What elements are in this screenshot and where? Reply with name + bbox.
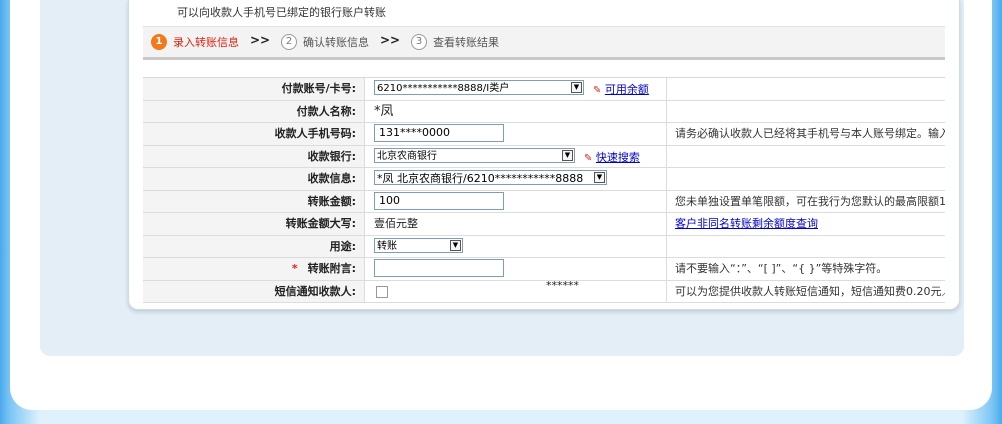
sms-cell: ****** [364, 279, 667, 302]
note-hint: 请不要输入“：”、“[ ]”、“{ }”等特殊字符。 [666, 258, 945, 280]
chevron-down-icon[interactable]: ▼ [450, 239, 461, 251]
row-amount: 转账金额: 100 您未单独设置单笔限额，可在我行为您默认的最高限额10000 [143, 190, 945, 213]
payee-info-select[interactable]: *凤 北京农商银行/6210***********8888 ▼ [374, 170, 607, 185]
payee-phone-input[interactable]: 131****0000 [374, 124, 504, 142]
row-payer-name: 付款人名称: *凤 [143, 100, 945, 123]
row-sms: 短信通知收款人: ****** 可以为您提供收款人转账短信通知，短信通知费0.2… [143, 279, 945, 303]
amount-input[interactable]: 100 [374, 191, 504, 210]
available-balance-link[interactable]: 可用余额 [605, 83, 649, 96]
payee-phone-hint: 请务必确认收款人已经将其手机号与本人账号绑定。输入“1 [666, 123, 945, 145]
payee-info-value: *凤 北京农商银行/6210***********8888 [377, 172, 584, 185]
pencil-icon: ✎ [584, 152, 593, 164]
payer-name-label: 付款人名称: [143, 100, 364, 122]
sms-masked-text: ****** [546, 278, 579, 292]
payer-account-label: 付款账号/卡号: [143, 78, 364, 100]
amount-label: 转账金额: [143, 190, 364, 212]
row-amount-upper: 转账金额大写: 壹佰元整 客户非同名转账剩余额度查询 [143, 213, 945, 236]
step-arrow-1: >> [250, 33, 271, 47]
amount-upper-cell: 壹佰元整 [364, 213, 667, 235]
row-payee-phone: 收款人手机号码: 131****0000 请务必确认收款人已经将其手机号与本人账… [143, 123, 945, 146]
note-input[interactable] [374, 259, 504, 277]
step-2: 2 确认转账信息 [281, 34, 369, 50]
sms-checkbox[interactable] [376, 285, 388, 298]
step-1: 1 录入转账信息 [151, 34, 239, 50]
row-payee-info: 收款信息: *凤 北京农商银行/6210***********8888 ▼ [143, 168, 945, 191]
sms-label: 短信通知收款人: [143, 280, 364, 302]
step-1-label: 录入转账信息 [173, 36, 239, 49]
payee-phone-label: 收款人手机号码: [143, 123, 364, 145]
chevron-down-icon[interactable]: ▼ [594, 172, 605, 183]
payer-name-hint-cell [666, 100, 945, 122]
step-3-label: 查看转账结果 [433, 36, 499, 49]
quick-search-wrap[interactable]: ✎ 快速搜索 [584, 149, 640, 165]
payer-name-cell: *凤 [364, 100, 667, 122]
transfer-card: 可以向收款人手机号已绑定的银行账户转账 1 录入转账信息 >> 2 确认转账信息… [128, 0, 960, 310]
chevron-down-icon[interactable]: ▼ [562, 149, 573, 161]
content-panel: 可以向收款人手机号已绑定的银行账户转账 1 录入转账信息 >> 2 确认转账信息… [40, 0, 964, 356]
transfer-form: 付款账号/卡号: 6210***********8888/I类户 ▼ ✎ 可用余… [143, 77, 945, 303]
payer-account-cell: 6210***********8888/I类户 ▼ ✎ 可用余额 [364, 78, 667, 100]
remaining-quota-link[interactable]: 客户非同名转账剩余额度查询 [675, 217, 818, 230]
purpose-value: 转账 [377, 240, 397, 252]
step-2-label: 确认转账信息 [303, 36, 369, 49]
payee-info-cell: *凤 北京农商银行/6210***********8888 ▼ [364, 168, 667, 190]
notice-text: 可以向收款人手机号已绑定的银行账户转账 [177, 6, 386, 19]
quick-search-link[interactable]: 快速搜索 [596, 151, 640, 164]
required-mark: * [291, 262, 298, 275]
payee-bank-label: 收款银行: [143, 145, 364, 167]
step-bar: 1 录入转账信息 >> 2 确认转账信息 >> 3 查看转账结果 [143, 26, 945, 60]
amount-cell: 100 [364, 190, 667, 212]
pencil-icon: ✎ [593, 85, 602, 96]
step-3-number: 3 [411, 34, 427, 50]
row-note: * 转账附言: 请不要输入“：”、“[ ]”、“{ }”等特殊字符。 [143, 258, 945, 281]
step-arrow-2: >> [380, 33, 401, 47]
payee-bank-select[interactable]: 北京农商银行 ▼ [374, 147, 575, 163]
purpose-hint-cell [666, 235, 945, 257]
payee-bank-hint-cell [666, 145, 945, 167]
amount-upper-label: 转账金额大写: [143, 213, 364, 235]
amount-upper-hint-cell: 客户非同名转账剩余额度查询 [666, 213, 945, 235]
note-cell [364, 258, 667, 280]
payee-bank-value: 北京农商银行 [377, 150, 437, 162]
note-label: 转账附言: [307, 262, 356, 275]
row-payee-bank: 收款银行: 北京农商银行 ▼ ✎ 快速搜索 [143, 145, 945, 168]
payee-info-hint-cell [666, 168, 945, 190]
payer-account-hint-cell [666, 78, 945, 100]
payee-bank-cell: 北京农商银行 ▼ ✎ 快速搜索 [364, 145, 667, 167]
payer-account-select[interactable]: 6210***********8888/I类户 ▼ [374, 80, 584, 95]
balance-link-wrap[interactable]: ✎ 可用余额 [593, 81, 649, 97]
payer-name-value: *凤 [374, 103, 394, 119]
amount-upper-value: 壹佰元整 [374, 217, 418, 230]
chevron-down-icon[interactable]: ▼ [571, 82, 582, 93]
purpose-select[interactable]: 转账 ▼ [374, 237, 463, 253]
payee-phone-cell: 131****0000 [364, 123, 667, 145]
purpose-label: 用途: [143, 235, 364, 257]
payee-info-label: 收款信息: [143, 168, 364, 190]
amount-hint: 您未单独设置单笔限额，可在我行为您默认的最高限额10000 [666, 190, 945, 212]
sms-hint: 可以为您提供收款人转账短信通知，短信通知费0.20元／条 [666, 280, 945, 302]
note-label-cell: * 转账附言: [143, 258, 364, 280]
step-1-number: 1 [151, 34, 167, 50]
payer-account-value: 6210***********8888/I类户 [377, 83, 510, 94]
step-2-number: 2 [281, 34, 297, 50]
step-3: 3 查看转账结果 [411, 34, 499, 50]
purpose-cell: 转账 ▼ [364, 235, 667, 257]
row-payer-account: 付款账号/卡号: 6210***********8888/I类户 ▼ ✎ 可用余… [143, 78, 945, 101]
row-purpose: 用途: 转账 ▼ [143, 235, 945, 258]
